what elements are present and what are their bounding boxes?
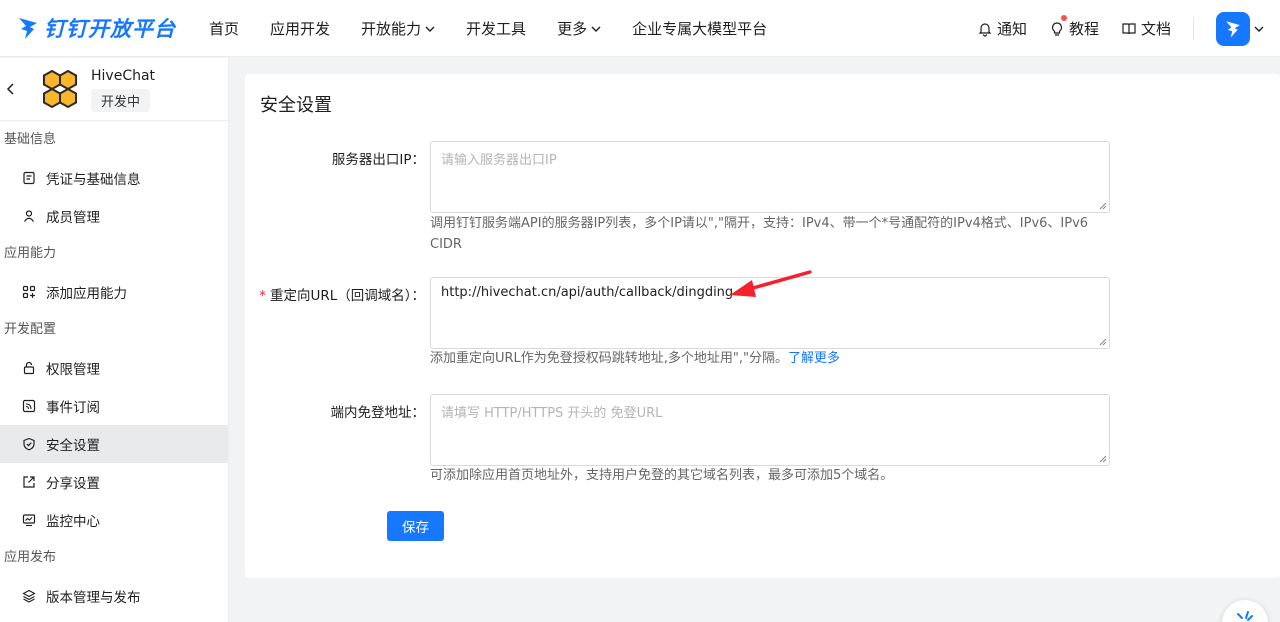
brand-name: 钉钉开放平台 — [44, 17, 176, 41]
nav-right: 通知 教程 文档 — [977, 0, 1280, 57]
chevron-down-icon — [425, 26, 435, 32]
sidebar-item-share[interactable]: 分享设置 — [0, 463, 228, 501]
book-icon — [1122, 22, 1136, 34]
dingtalk-logo-icon — [19, 18, 37, 39]
app-status-badge: 开发中 — [91, 89, 151, 112]
nav-item-llm-platform[interactable]: 企业专属大模型平台 — [632, 18, 767, 39]
server-ip-input[interactable]: 请输入服务器出口IP — [430, 141, 1110, 213]
monitor-icon — [22, 514, 36, 527]
floating-assistant-button[interactable] — [1222, 600, 1268, 622]
dingtalk-avatar-icon — [1226, 20, 1240, 37]
sidebar-group-release: 应用发布 — [4, 550, 57, 565]
notification-dot — [1060, 15, 1067, 21]
sidebar-item-credentials[interactable]: 凭证与基础信息 — [0, 159, 228, 197]
sidebar-group-dev-config: 开发配置 — [4, 322, 57, 337]
shield-icon — [23, 437, 35, 451]
nav-item-home[interactable]: 首页 — [209, 18, 239, 39]
sso-url-label: 端内免登地址： — [330, 405, 426, 421]
rss-icon — [22, 399, 36, 413]
avatar — [1216, 11, 1250, 46]
sidebar-item-monitor[interactable]: 监控中心 — [0, 501, 228, 539]
user-menu[interactable] — [1216, 11, 1264, 46]
server-ip-help: 调用钉钉服务端API的服务器IP列表，多个IP请以","隔开，支持：IPv4、带… — [430, 216, 1089, 252]
app-name: HiveChat — [91, 68, 156, 84]
back-icon[interactable] — [4, 80, 18, 98]
sidebar-item-events[interactable]: 事件订阅 — [0, 387, 228, 425]
brand-logo[interactable]: 钉钉开放平台 — [16, 10, 176, 46]
chevron-down-icon — [1254, 26, 1264, 32]
sidebar-item-permissions[interactable]: 权限管理 — [0, 349, 228, 387]
resize-handle-icon[interactable] — [1099, 202, 1107, 210]
sidebar: HiveChat 开发中 基础信息 凭证与基础信息 成员管理 应用能力 添加应用… — [0, 58, 229, 622]
main-nav: 首页 应用开发 开放能力 开发工具 更多 企业专属大模型平台 — [209, 0, 798, 57]
top-navbar: 钉钉开放平台 首页 应用开发 开放能力 开发工具 更多 企业专属大模型平台 通知… — [0, 0, 1280, 57]
sso-url-input[interactable]: 请填写 HTTP/HTTPS 开头的 免登URL — [430, 394, 1110, 466]
nav-item-open-capabilities[interactable]: 开放能力 — [361, 18, 435, 39]
lightbulb-icon — [1051, 21, 1062, 36]
bell-icon — [978, 22, 992, 37]
server-ip-label: 服务器出口IP： — [331, 152, 425, 168]
required-mark: * — [259, 288, 266, 304]
sparkle-icon — [1237, 611, 1253, 621]
nav-divider — [1193, 17, 1194, 40]
nav-item-dev-tools[interactable]: 开发工具 — [466, 18, 526, 39]
notify-link[interactable]: 通知 — [977, 18, 1027, 39]
redirect-url-label: * 重定向URL（回调域名）： — [259, 288, 425, 304]
annotation-arrow-icon — [730, 270, 812, 297]
security-settings-card: 安全设置 服务器出口IP： 请输入服务器出口IP 调用钉钉服务端API的服务器I… — [245, 74, 1280, 578]
app-header: HiveChat 开发中 — [0, 58, 228, 121]
sidebar-item-versions[interactable]: 版本管理与发布 — [0, 577, 228, 615]
sidebar-item-members[interactable]: 成员管理 — [0, 197, 228, 235]
resize-handle-icon[interactable] — [1099, 338, 1107, 346]
apps-add-icon — [22, 285, 36, 299]
docs-link[interactable]: 文档 — [1121, 18, 1171, 39]
user-icon — [24, 210, 34, 222]
resize-handle-icon[interactable] — [1099, 455, 1107, 463]
nav-item-app-dev[interactable]: 应用开发 — [270, 18, 330, 39]
share-icon — [23, 476, 35, 488]
sidebar-group-basic: 基础信息 — [4, 132, 57, 147]
sidebar-item-security[interactable]: 安全设置 — [0, 425, 228, 463]
credential-icon — [23, 171, 35, 185]
hive-app-logo-icon — [43, 69, 77, 109]
lock-icon — [23, 361, 35, 375]
learn-more-link[interactable]: 了解更多 — [788, 351, 840, 366]
save-button[interactable]: 保存 — [387, 511, 444, 541]
redirect-url-help: 添加重定向URL作为免登授权码跳转地址,多个地址用","分隔。了解更多 — [430, 351, 841, 366]
sidebar-group-capabilities: 应用能力 — [4, 246, 57, 261]
page-title: 安全设置 — [260, 95, 332, 116]
layers-icon — [22, 589, 36, 603]
nav-item-more[interactable]: 更多 — [557, 18, 601, 39]
sso-url-help: 可添加除应用首页地址外，支持用户免登的其它域名列表，最多可添加5个域名。 — [430, 468, 894, 483]
sidebar-item-add-capability[interactable]: 添加应用能力 — [0, 273, 228, 311]
chevron-down-icon — [591, 26, 601, 32]
tutorial-link[interactable]: 教程 — [1049, 15, 1099, 39]
